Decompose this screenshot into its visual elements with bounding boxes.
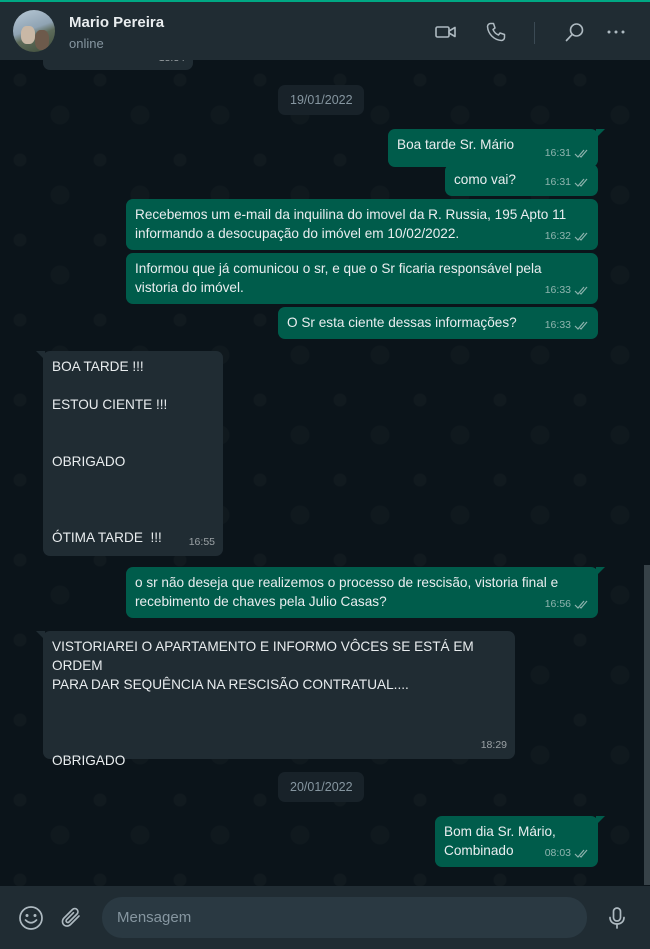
message-time: 13:34 <box>159 60 185 68</box>
double-check-icon <box>574 286 588 295</box>
attach-icon[interactable] <box>59 905 85 931</box>
message-incoming[interactable]: BOA TARDE !!! ESTOU CIENTE !!! OBRIGADO … <box>36 351 223 556</box>
double-check-icon <box>574 178 588 187</box>
message-time: 16:31 <box>544 147 571 159</box>
message-outgoing[interactable]: como vai? 16:31 <box>445 164 598 196</box>
message-text: O Sr esta ciente dessas informações? <box>287 315 517 330</box>
message-time: 16:32 <box>544 230 571 242</box>
header-divider <box>534 22 535 44</box>
message-time: 16:56 <box>544 598 571 610</box>
message-time: 08:03 <box>544 847 571 859</box>
message-text: BOA TARDE !!! ESTOU CIENTE !!! OBRIGADO … <box>52 359 168 545</box>
message-time: 16:31 <box>544 176 571 188</box>
menu-icon[interactable] <box>604 20 628 44</box>
message-input[interactable] <box>102 897 587 938</box>
message-text: Informou que já comunicou o sr, e que o … <box>135 261 542 295</box>
message-time: 16:33 <box>544 284 571 296</box>
contact-name[interactable]: Mario Pereira <box>69 14 164 31</box>
chat-header: Mario Pereira online <box>0 0 650 60</box>
message-outgoing[interactable]: Boa tarde Sr. Mário 16:31 <box>388 129 605 167</box>
phone-icon[interactable] <box>484 20 508 44</box>
mic-icon[interactable] <box>604 905 630 931</box>
double-check-icon <box>574 600 588 609</box>
chat-scrollbar[interactable] <box>644 565 650 885</box>
message-partial[interactable]: 13:34 <box>43 60 193 70</box>
date-divider: 19/01/2022 <box>278 85 364 115</box>
double-check-icon <box>574 149 588 158</box>
chat-area[interactable]: 13:34 19/01/2022 Boa tarde Sr. Mário 16:… <box>0 60 650 886</box>
message-text: VISTORIAREI O APARTAMENTO E INFORMO VÔCE… <box>52 639 474 768</box>
message-time: 16:33 <box>544 319 571 331</box>
message-outgoing[interactable]: Informou que já comunicou o sr, e que o … <box>126 253 598 304</box>
message-incoming[interactable]: VISTORIAREI O APARTAMENTO E INFORMO VÔCE… <box>36 631 515 768</box>
contact-avatar[interactable] <box>13 10 55 52</box>
double-check-icon <box>574 849 588 858</box>
message-outgoing[interactable]: o sr não deseja que realizemos o process… <box>126 567 605 618</box>
message-outgoing[interactable]: Recebemos um e-mail da inquilina do imov… <box>126 199 598 250</box>
message-text: o sr não deseja que realizemos o process… <box>135 575 559 609</box>
message-time: 16:55 <box>188 536 215 548</box>
date-divider: 20/01/2022 <box>278 772 364 802</box>
message-outgoing[interactable]: O Sr esta ciente dessas informações? 16:… <box>278 307 598 339</box>
video-call-icon[interactable] <box>434 20 458 44</box>
message-time: 18:29 <box>480 739 507 751</box>
double-check-icon <box>574 232 588 241</box>
message-input-box[interactable] <box>102 897 587 938</box>
contact-status: online <box>69 36 104 51</box>
double-check-icon <box>574 321 588 330</box>
message-outgoing[interactable]: Bom dia Sr. Mário, Combinado 08:03 <box>435 816 605 867</box>
search-icon[interactable] <box>563 20 587 44</box>
emoji-icon[interactable] <box>18 905 44 931</box>
message-composer <box>0 886 650 949</box>
message-text: Recebemos um e-mail da inquilina do imov… <box>135 207 567 241</box>
